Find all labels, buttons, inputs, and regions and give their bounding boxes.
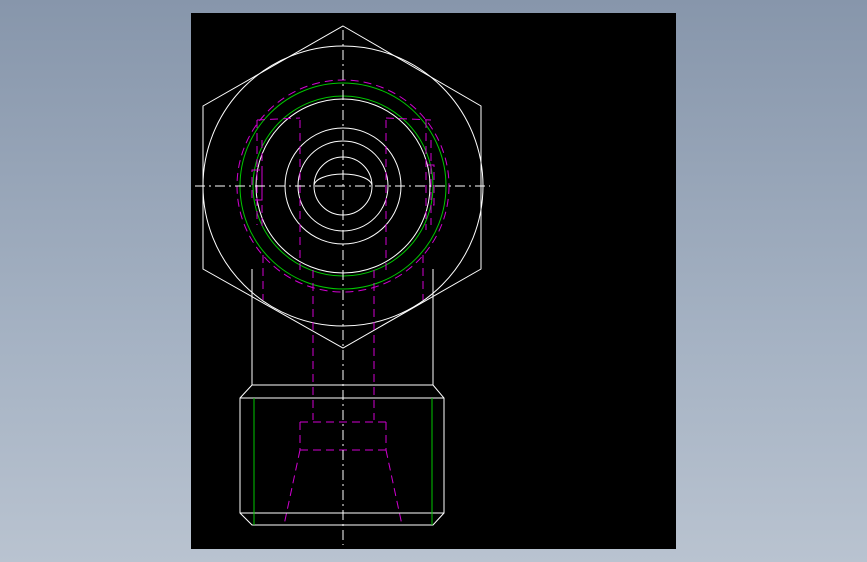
cad-viewport[interactable] [191, 13, 676, 549]
fitting-chamfer-lines [240, 397, 444, 514]
cad-drawing [195, 25, 490, 545]
hex-nut-outline [202, 25, 482, 349]
shank-outline [251, 269, 434, 385]
hidden-top-bracket [256, 117, 432, 121]
fitting-outline [239, 384, 445, 526]
